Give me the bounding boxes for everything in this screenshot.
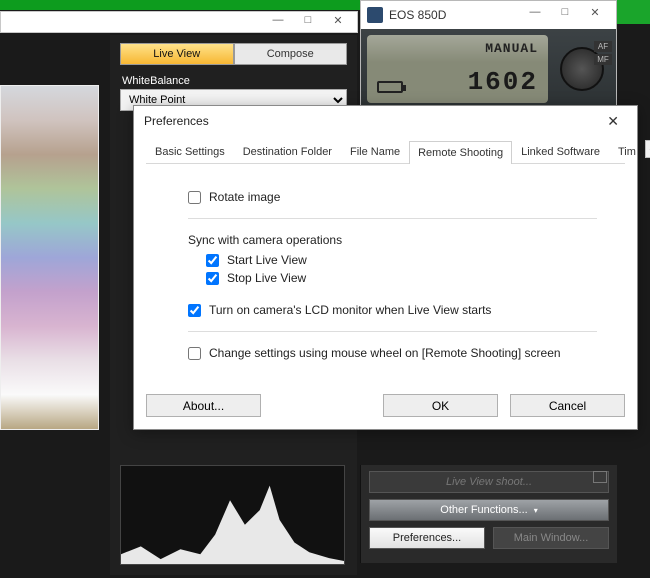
image-preview: [0, 85, 99, 430]
camera-icon: [367, 7, 383, 23]
live-view-shoot-button: Live View shoot...: [369, 471, 609, 493]
tab-time[interactable]: Tim: [609, 140, 645, 163]
preferences-dialog: Preferences ✕ Basic Settings Destination…: [133, 105, 638, 430]
minimize-button[interactable]: —: [263, 14, 293, 32]
tabs-scroll-left[interactable]: ◂: [645, 140, 650, 158]
tab-destination-folder[interactable]: Destination Folder: [234, 140, 341, 163]
lcd-mode: MANUAL: [485, 41, 538, 56]
tab-remote-shooting[interactable]: Remote Shooting: [409, 141, 512, 164]
prefs-tabs: Basic Settings Destination Folder File N…: [146, 140, 625, 164]
tab-basic-settings[interactable]: Basic Settings: [146, 140, 234, 163]
rotate-image-checkbox[interactable]: Rotate image: [188, 190, 597, 204]
preferences-button[interactable]: Preferences...: [369, 527, 485, 549]
maximize-button[interactable]: □: [293, 14, 323, 32]
tab-linked-software[interactable]: Linked Software: [512, 140, 609, 163]
divider: [188, 218, 597, 219]
about-button[interactable]: About...: [146, 394, 261, 417]
other-functions-button[interactable]: Other Functions...: [369, 499, 609, 521]
screen-icon: [593, 471, 607, 483]
lcd-monitor-checkbox[interactable]: Turn on camera's LCD monitor when Live V…: [188, 303, 597, 317]
stop-live-view-checkbox[interactable]: Stop Live View: [206, 271, 597, 285]
divider: [188, 331, 597, 332]
dialog-close-icon[interactable]: ✕: [599, 111, 627, 132]
sync-heading: Sync with camera operations: [188, 233, 597, 247]
mf-toggle[interactable]: MF: [594, 54, 612, 65]
histogram: [120, 465, 345, 565]
background-window-titlebar: — □ ✕: [0, 11, 358, 33]
whitebalance-label: WhiteBalance: [122, 75, 345, 87]
functions-panel: Live View shoot... Other Functions... Pr…: [360, 465, 617, 563]
main-window-button: Main Window...: [493, 527, 609, 549]
mouse-wheel-checkbox[interactable]: Change settings using mouse wheel on [Re…: [188, 346, 597, 360]
brand-bar-right: [617, 0, 650, 24]
af-toggle[interactable]: AF: [594, 41, 612, 52]
eos-window: EOS 850D — □ ✕ MANUAL 1602 AF MF: [360, 0, 617, 110]
tab-live-view[interactable]: Live View: [120, 43, 234, 65]
start-live-view-checkbox[interactable]: Start Live View: [206, 253, 597, 267]
ok-button[interactable]: OK: [383, 394, 498, 417]
eos-maximize-button[interactable]: □: [550, 6, 580, 24]
eos-title-text: EOS 850D: [389, 8, 446, 22]
lcd-shots: 1602: [468, 67, 538, 97]
camera-lcd: MANUAL 1602 AF MF: [361, 29, 616, 109]
eos-minimize-button[interactable]: —: [520, 6, 550, 24]
cancel-button[interactable]: Cancel: [510, 394, 625, 417]
tab-file-name[interactable]: File Name: [341, 140, 409, 163]
battery-icon: [377, 81, 403, 93]
close-button[interactable]: ✕: [323, 14, 353, 32]
dialog-title: Preferences: [144, 114, 209, 128]
tab-compose[interactable]: Compose: [234, 43, 348, 65]
eos-close-button[interactable]: ✕: [580, 6, 610, 24]
